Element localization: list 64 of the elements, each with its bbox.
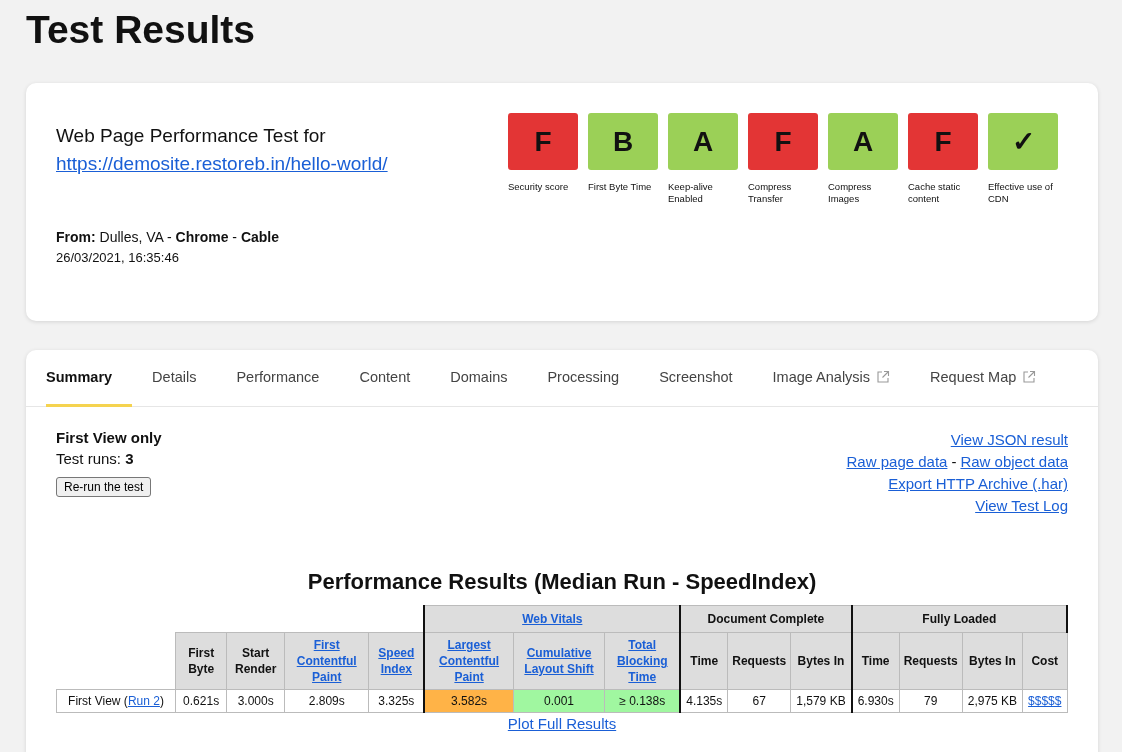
grade-badge: A bbox=[668, 113, 738, 170]
group-header: Fully Loaded bbox=[851, 605, 1067, 633]
tab[interactable]: Image Analysis bbox=[752, 350, 911, 407]
result-link[interactable]: Raw page data bbox=[846, 453, 948, 470]
column-header: Requests bbox=[899, 632, 963, 690]
grade-badge: B bbox=[588, 113, 658, 170]
tab[interactable]: Summary bbox=[46, 350, 133, 407]
page-title: Test Results bbox=[26, 7, 256, 53]
test-heading: Web Page Performance Test for bbox=[56, 125, 327, 147]
grade-label: Compress Images bbox=[828, 181, 873, 205]
column-header: First Byte bbox=[175, 632, 227, 690]
grade-badge: ✓ bbox=[988, 113, 1058, 170]
group-header: Document Complete bbox=[680, 605, 852, 633]
result-link[interactable]: View JSON result bbox=[950, 431, 1068, 448]
row-label: First View (Run 2) bbox=[56, 689, 176, 713]
grade-badge: F bbox=[748, 113, 818, 170]
result-link[interactable]: View Test Log bbox=[975, 497, 1068, 514]
grade-label: Keep-alive Enabled bbox=[668, 181, 714, 205]
grade-label: Compress Transfer bbox=[748, 181, 793, 205]
table-cell: 6.930s bbox=[851, 689, 900, 713]
tab[interactable]: Screenshot bbox=[639, 350, 753, 407]
column-header-link[interactable]: Largest Contentful Paint bbox=[429, 637, 509, 685]
grade-badge: A bbox=[828, 113, 898, 170]
grade-badge: F bbox=[508, 113, 578, 170]
plot-link[interactable]: Plot Full Results bbox=[507, 715, 617, 732]
tab[interactable]: Processing bbox=[527, 350, 640, 407]
tab[interactable]: Domains bbox=[430, 350, 528, 407]
column-header-link[interactable]: First Contentful Paint bbox=[289, 637, 365, 685]
rerun-button[interactable]: Re-run the test bbox=[56, 477, 152, 497]
column-header-link[interactable]: Speed Index bbox=[373, 645, 420, 677]
group-header-link[interactable]: Web Vitals bbox=[522, 612, 583, 626]
grade-label: Cache static content bbox=[908, 181, 962, 205]
tab[interactable]: Content bbox=[339, 350, 431, 407]
tab[interactable]: Performance bbox=[216, 350, 340, 407]
grade-label: First Byte Time bbox=[588, 181, 653, 193]
table-cell: 3.582s bbox=[424, 689, 514, 713]
column-header: Bytes In bbox=[790, 632, 852, 690]
column-header: Requests bbox=[727, 632, 791, 690]
result-link[interactable]: Raw object data bbox=[960, 453, 1068, 470]
view-label: First View only bbox=[56, 429, 162, 446]
tab[interactable]: Details bbox=[132, 350, 217, 407]
result-link[interactable]: Export HTTP Archive (.har) bbox=[888, 475, 1068, 492]
test-location: From: Dulles, VA - Chrome - Cable bbox=[56, 229, 281, 245]
column-header: Bytes In bbox=[962, 632, 1023, 690]
column-header: Cost bbox=[1022, 632, 1067, 690]
results-title: Performance Results (Median Run - SpeedIndex) bbox=[306, 569, 818, 595]
link-separator: - bbox=[951, 453, 957, 470]
grade-label: Effective use of CDN bbox=[988, 181, 1054, 205]
external-link-icon bbox=[876, 370, 891, 384]
column-header-link[interactable]: Total Blocking Time bbox=[609, 637, 676, 685]
tab[interactable]: Request Map bbox=[910, 350, 1057, 407]
test-url-link[interactable]: https://demosite.restoreb.in/hello-world/ bbox=[56, 153, 388, 175]
test-runs: Test runs: 3 bbox=[56, 450, 135, 467]
column-header-link[interactable]: Cumulative Layout Shift bbox=[517, 645, 601, 677]
run-link[interactable]: Run 2 bbox=[127, 694, 160, 708]
table-cell: 4.135s bbox=[680, 689, 728, 713]
column-header: Time bbox=[680, 632, 728, 690]
grade-label: Security score bbox=[508, 181, 570, 193]
column-header: Time bbox=[851, 632, 900, 690]
cost-link[interactable]: $$$$$ bbox=[1028, 694, 1062, 708]
grade-badge: F bbox=[908, 113, 978, 170]
test-timestamp: 26/03/2021, 16:35:46 bbox=[56, 250, 180, 265]
external-link-icon bbox=[1022, 370, 1037, 384]
column-header: Start Render bbox=[226, 632, 285, 690]
